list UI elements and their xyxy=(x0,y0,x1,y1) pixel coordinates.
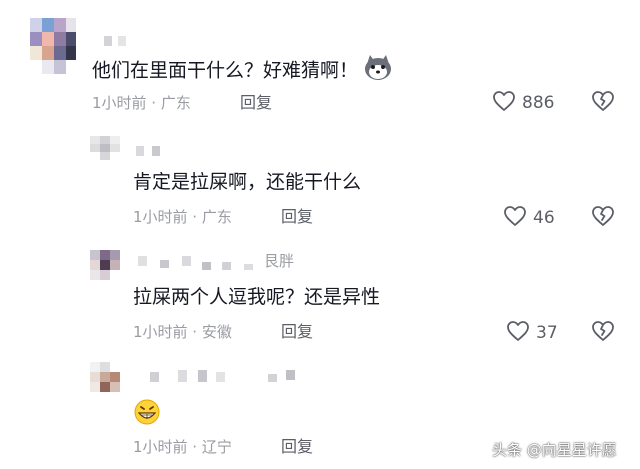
reply-button[interactable]: 回复 xyxy=(281,322,313,342)
comment-text: 拉屎两个人逗我呢？还是异性 xyxy=(133,286,381,308)
avatar[interactable] xyxy=(90,250,120,280)
comment-text: 他们在里面干什么？好难猜啊！ xyxy=(92,55,392,87)
like-button[interactable]: 886 xyxy=(492,90,554,116)
watermark: 头条 @向星星许愿 xyxy=(492,441,617,459)
like-button[interactable]: 37 xyxy=(506,320,558,346)
like-count: 37 xyxy=(536,323,558,343)
like-count: 886 xyxy=(522,93,555,113)
dislike-button[interactable] xyxy=(591,205,615,231)
like-count: 46 xyxy=(533,208,555,228)
broken-heart-icon xyxy=(592,321,614,341)
dislike-button[interactable] xyxy=(591,90,615,116)
comment-time-location: 1小时前 · 辽宁 xyxy=(133,438,232,456)
comment-time-location: 1小时前 · 广东 xyxy=(92,94,191,112)
reply-button[interactable]: 回复 xyxy=(281,437,313,457)
heart-icon xyxy=(503,205,527,231)
comment-time-location: 1小时前 · 安徽 xyxy=(133,323,232,341)
avatar[interactable] xyxy=(90,136,120,160)
username-blurred[interactable] xyxy=(138,256,258,270)
avatar[interactable] xyxy=(90,362,120,392)
username-suffix: 艮胖 xyxy=(264,252,295,270)
username-blurred[interactable] xyxy=(104,36,128,46)
avatar[interactable] xyxy=(30,18,76,74)
broken-heart-icon xyxy=(592,206,614,226)
username-blurred[interactable] xyxy=(136,146,170,156)
comment-time-location: 1小时前 · 广东 xyxy=(133,208,232,226)
heart-icon xyxy=(492,90,516,116)
comment-text: 肯定是拉屎啊，还能干什么 xyxy=(133,171,362,193)
husky-emoji-icon xyxy=(364,55,392,87)
dislike-button[interactable] xyxy=(591,320,615,346)
comment-text xyxy=(133,399,161,431)
like-button[interactable]: 46 xyxy=(503,205,555,231)
username-blurred[interactable] xyxy=(150,370,300,382)
grinning-emoji-icon xyxy=(133,399,161,431)
heart-icon xyxy=(506,320,530,346)
broken-heart-icon xyxy=(592,91,614,111)
reply-button[interactable]: 回复 xyxy=(240,93,272,113)
reply-button[interactable]: 回复 xyxy=(281,207,313,227)
